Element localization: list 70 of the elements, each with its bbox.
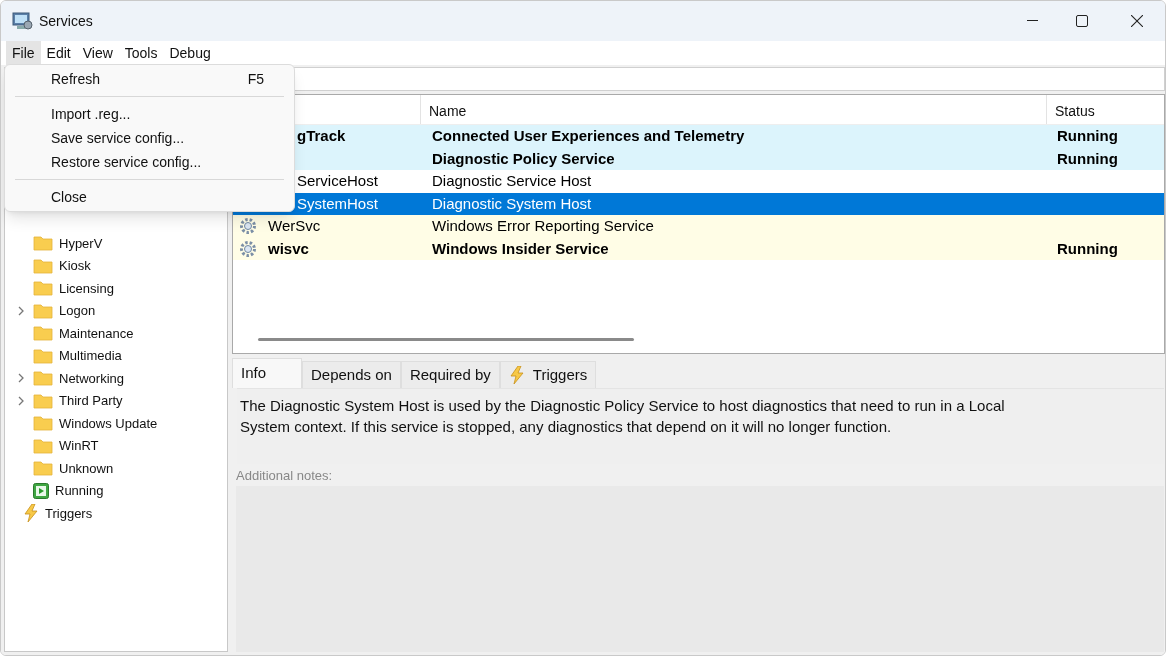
tree-item[interactable]: HyperV (59, 233, 103, 253)
tree-item[interactable]: Licensing (59, 278, 114, 298)
menu-item[interactable]: View (76, 41, 119, 65)
table-cell: Diagnostic Service Host (432, 172, 592, 189)
folder-icon (33, 280, 53, 297)
table-cell: Running (1057, 239, 1118, 257)
tree-item[interactable]: Networking (59, 368, 125, 388)
table-cell: Running (1057, 127, 1118, 144)
menu-item[interactable]: Edit (40, 41, 77, 65)
expand-chevron-icon[interactable] (17, 395, 25, 406)
description-text: The Diagnostic System Host is used by the Diagnostic Policy Service to host diagnostics that need to run in a Local System context. If this service is stopped, any diagnostics that depend on it will no longer function. (240, 396, 1006, 437)
minimize-icon (1026, 20, 1038, 22)
window-title: Services (39, 11, 93, 31)
folder-icon (33, 235, 53, 252)
expand-chevron-icon[interactable] (17, 305, 25, 316)
table-cell: Running (1057, 149, 1118, 167)
menu-item[interactable]: File (6, 41, 41, 65)
tree-item[interactable]: Running (55, 481, 104, 501)
table-row[interactable]: WerSvc Windows Error Reporting Service (233, 215, 1164, 238)
tree-item[interactable]: Maintenance (59, 323, 134, 343)
table-cell: Windows Error Reporting Service (432, 217, 654, 234)
tree-item[interactable]: Windows Update (59, 413, 158, 433)
lightning-icon (23, 504, 39, 523)
tree-item[interactable]: Triggers (45, 503, 93, 523)
table-row[interactable]: wisvc Windows Insider Service Running (233, 237, 1164, 260)
folder-icon (33, 460, 53, 477)
menu-item[interactable]: Import .reg... (5, 102, 294, 126)
table-cell-text: SystemHost (297, 193, 378, 214)
tree-item[interactable]: Unknown (59, 458, 114, 478)
expand-chevron-icon[interactable] (17, 373, 25, 384)
tab[interactable]: Depends on (302, 361, 401, 388)
table-cell-text: ServiceHost (297, 171, 378, 191)
folder-icon (33, 257, 53, 274)
folder-icon (33, 415, 53, 432)
folder-icon (33, 325, 53, 342)
folder-icon (33, 302, 53, 319)
tree-item[interactable]: WinRT (59, 436, 99, 456)
play-icon (33, 482, 49, 499)
column-header[interactable]: Name (421, 95, 1047, 124)
table-cell: Diagnostic System Host (432, 194, 592, 212)
close-icon (1131, 15, 1143, 27)
column-header[interactable]: Status (1047, 95, 1164, 124)
lightning-icon (508, 366, 525, 384)
gear-icon (239, 217, 257, 236)
tree-item[interactable]: Kiosk (59, 256, 91, 276)
tree-item[interactable]: Multimedia (59, 346, 122, 366)
table-cell: Windows Insider Service (432, 239, 609, 257)
table-cell-text: gTrack (297, 126, 346, 146)
tab[interactable]: Required by (400, 361, 500, 388)
table-cell: Connected User Experiences and Telemetry (432, 127, 745, 144)
folder-icon (33, 370, 53, 387)
menu-item[interactable]: Tools (118, 41, 164, 65)
menu-item[interactable]: Refresh F5 (5, 67, 294, 91)
folder-icon (33, 437, 53, 454)
menu-item[interactable]: Debug (163, 41, 217, 65)
gear-icon (239, 239, 257, 258)
table-cell: Diagnostic Policy Service (432, 149, 615, 167)
notes-field[interactable] (236, 485, 1164, 652)
folder-icon (33, 392, 53, 409)
table-cell-text: WerSvc (268, 216, 321, 236)
tree-item[interactable]: Third Party (59, 391, 123, 411)
table-cell-text: wisvc (268, 238, 309, 259)
scrollbar-thumb[interactable] (258, 338, 634, 341)
folder-icon (33, 347, 53, 364)
notes-label: Additional notes: (236, 467, 334, 485)
tab[interactable]: Triggers (499, 361, 597, 388)
app-icon (12, 11, 34, 31)
tree-item[interactable]: Logon (59, 301, 96, 321)
tab[interactable]: Info (232, 358, 302, 388)
maximize-icon (1076, 15, 1088, 27)
